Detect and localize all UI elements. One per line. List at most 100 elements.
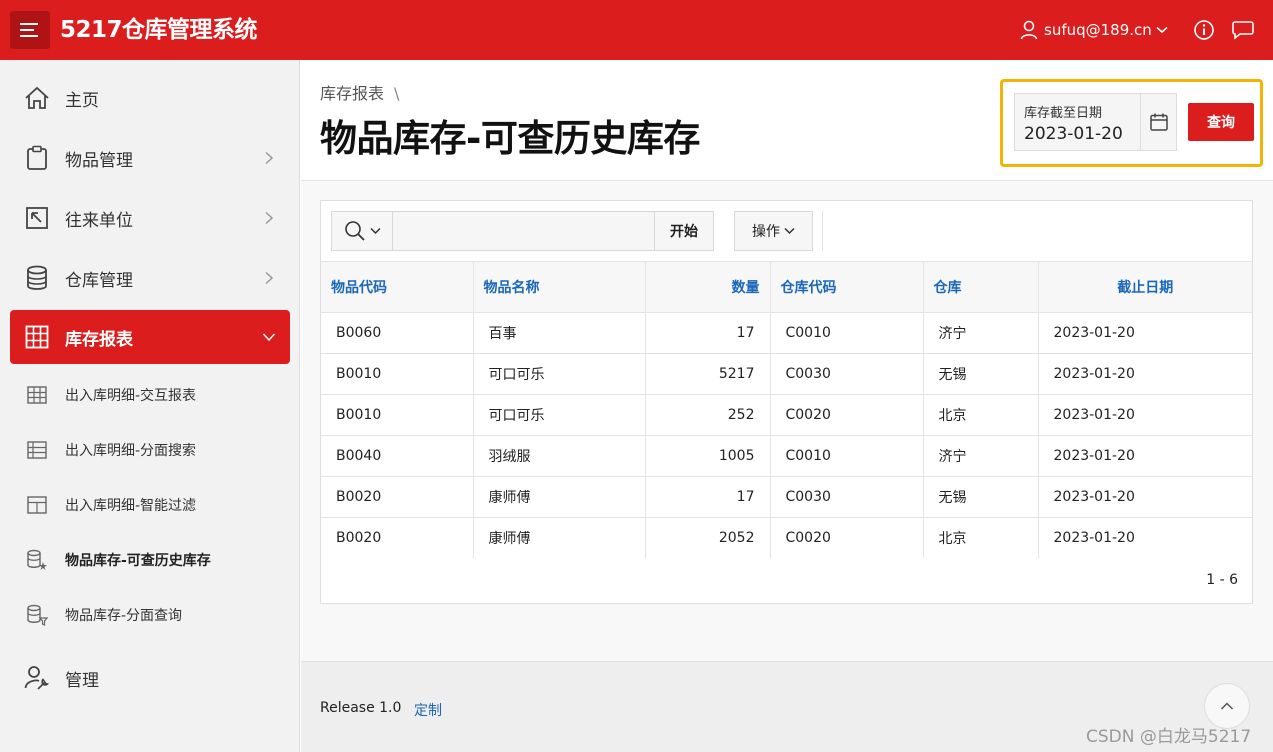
chevron-right-icon — [262, 151, 276, 165]
cell-warehouse: 济宁 — [923, 434, 1039, 476]
table-row: B0010 可口可乐 5217 C0030 无锡 2023-01-20 — [321, 352, 1252, 394]
toolbar-divider — [822, 211, 823, 251]
date-filter-region: 库存截至日期 2023-01-20 查询 — [1000, 79, 1263, 167]
sidebar-item-label: 往来单位 — [65, 210, 133, 231]
sidebar-item-label: 仓库管理 — [65, 270, 133, 291]
cell-warehouse-code: C0030 — [770, 352, 924, 394]
search-icon — [344, 220, 366, 242]
feedback-button[interactable] — [1231, 18, 1255, 42]
app-title[interactable]: 5217仓库管理系统 — [60, 14, 258, 46]
column-header-item-name[interactable]: 物品名称 — [473, 262, 646, 312]
cell-cutoff-date: 2023-01-20 — [1038, 434, 1252, 476]
sidebar-item-warehouse[interactable]: 仓库管理 — [10, 251, 290, 305]
sidebar-item-home[interactable]: 主页 — [10, 71, 290, 125]
sidebar-subitem-faceted-stock[interactable]: 物品库存-分面查询 — [10, 591, 290, 637]
sidebar-item-admin[interactable]: 管理 — [10, 651, 290, 705]
table-row: B0020 康师傅 2052 C0020 北京 2023-01-20 — [321, 516, 1252, 558]
pagination-info: 1 - 6 — [1206, 572, 1238, 588]
column-header-cutoff-date[interactable]: 截止日期 — [1038, 262, 1252, 312]
list-table-icon — [26, 439, 48, 461]
sidebar-subitem-smart-filter[interactable]: 出入库明细-智能过滤 — [10, 481, 290, 527]
actions-menu-button[interactable]: 操作 — [734, 211, 813, 251]
database-icon — [24, 265, 50, 291]
cell-warehouse-code: C0020 — [770, 516, 924, 558]
chevron-right-icon — [262, 271, 276, 285]
table-row: B0010 可口可乐 252 C0020 北京 2023-01-20 — [321, 393, 1252, 435]
query-button[interactable]: 查询 — [1188, 103, 1254, 141]
cell-item-name: 可口可乐 — [473, 352, 646, 394]
cell-item-name: 可口可乐 — [473, 393, 646, 435]
actions-label: 操作 — [752, 224, 780, 240]
cell-cutoff-date: 2023-01-20 — [1038, 311, 1252, 353]
sidebar-item-label: 物品管理 — [65, 150, 133, 171]
table-row: B0040 羽绒服 1005 C0010 济宁 2023-01-20 — [321, 434, 1252, 476]
chevron-up-icon — [1220, 701, 1234, 711]
inventory-table: 物品代码 物品名称 数量 仓库代码 仓库 截止日期 B0060 百事 17 C0… — [321, 262, 1252, 558]
cell-cutoff-date: 2023-01-20 — [1038, 352, 1252, 394]
calendar-icon — [1149, 112, 1169, 132]
sidebar-item-inventory-reports[interactable]: 库存报表 — [10, 310, 290, 364]
cell-item-code: B0020 — [321, 516, 474, 558]
table-row: B0060 百事 17 C0010 济宁 2023-01-20 — [321, 311, 1252, 353]
help-button[interactable] — [1192, 18, 1216, 42]
cell-quantity: 5217 — [645, 352, 771, 394]
stock-date-value[interactable]: 2023-01-20 — [1024, 124, 1123, 144]
cell-quantity: 1005 — [645, 434, 771, 476]
info-icon — [1193, 19, 1215, 41]
watermark: CSDN @白龙马5217 — [1086, 727, 1252, 747]
stock-date-label: 库存截至日期 — [1024, 106, 1103, 121]
chevron-down-icon — [262, 330, 276, 344]
search-column-selector[interactable] — [331, 211, 393, 251]
cell-warehouse-code: C0010 — [770, 434, 924, 476]
report-region: 开始 操作 物品代码 物品名称 数量 仓库代码 仓库 截止日期 B0060 百事… — [320, 200, 1253, 604]
search-input[interactable] — [393, 211, 655, 251]
sidebar-subitem-label: 出入库明细-智能过滤 — [65, 498, 197, 514]
sidebar: 主页 物品管理 往来单位 仓库管理 库存报表 出入库明细-交互报表 出入库明细-… — [0, 60, 300, 752]
sidebar-subitem-interactive-report[interactable]: 出入库明细-交互报表 — [10, 371, 290, 417]
cell-quantity: 17 — [645, 311, 771, 353]
cell-warehouse: 无锡 — [923, 475, 1039, 517]
customize-link[interactable]: 定制 — [414, 700, 442, 720]
cell-cutoff-date: 2023-01-20 — [1038, 475, 1252, 517]
cell-warehouse-code: C0020 — [770, 393, 924, 435]
database-star-icon — [26, 549, 48, 571]
cell-warehouse: 北京 — [923, 393, 1039, 435]
cell-warehouse: 济宁 — [923, 311, 1039, 353]
go-button[interactable]: 开始 — [655, 211, 714, 251]
cell-item-name: 羽绒服 — [473, 434, 646, 476]
sidebar-subitem-label: 物品库存-分面查询 — [65, 608, 183, 624]
user-wrench-icon — [24, 665, 50, 691]
breadcrumb: 库存报表 \ — [320, 80, 399, 104]
cell-warehouse: 无锡 — [923, 352, 1039, 394]
sidebar-subitem-faceted-search[interactable]: 出入库明细-分面搜索 — [10, 426, 290, 472]
stock-date-field[interactable]: 库存截至日期 2023-01-20 — [1014, 93, 1140, 151]
page-hero: 库存报表 \ 物品库存-可查历史库存 库存截至日期 2023-01-20 查询 — [301, 60, 1273, 181]
calendar-button[interactable] — [1140, 93, 1177, 151]
sidebar-item-items[interactable]: 物品管理 — [10, 131, 290, 185]
clipboard-icon — [24, 145, 50, 171]
sidebar-subitem-historical-stock[interactable]: 物品库存-可查历史库存 — [10, 536, 290, 582]
cell-warehouse: 北京 — [923, 516, 1039, 558]
arrow-up-left-icon — [24, 205, 50, 231]
menu-icon — [20, 22, 40, 38]
cell-item-code: B0060 — [321, 311, 474, 353]
report-toolbar: 开始 操作 — [321, 201, 1252, 262]
user-menu-button[interactable]: sufuq@189.cn — [1020, 18, 1168, 42]
menu-toggle-button[interactable] — [10, 11, 50, 49]
sidebar-subitem-label: 出入库明细-分面搜索 — [65, 443, 197, 459]
database-filter-icon — [26, 604, 48, 626]
column-header-item-code[interactable]: 物品代码 — [321, 262, 474, 312]
sidebar-subitem-label: 物品库存-可查历史库存 — [65, 553, 211, 569]
breadcrumb-link[interactable]: 库存报表 — [320, 84, 384, 103]
chevron-down-icon — [369, 227, 381, 235]
sidebar-item-partners[interactable]: 往来单位 — [10, 191, 290, 245]
sidebar-subitem-label: 出入库明细-交互报表 — [65, 388, 197, 404]
column-header-quantity[interactable]: 数量 — [645, 262, 771, 312]
cell-item-code: B0010 — [321, 352, 474, 394]
page-title: 物品库存-可查历史库存 — [320, 117, 700, 160]
cell-item-code: B0010 — [321, 393, 474, 435]
column-header-warehouse[interactable]: 仓库 — [923, 262, 1039, 312]
column-header-warehouse-code[interactable]: 仓库代码 — [770, 262, 924, 312]
user-icon — [1020, 20, 1038, 40]
chevron-right-icon — [262, 211, 276, 225]
